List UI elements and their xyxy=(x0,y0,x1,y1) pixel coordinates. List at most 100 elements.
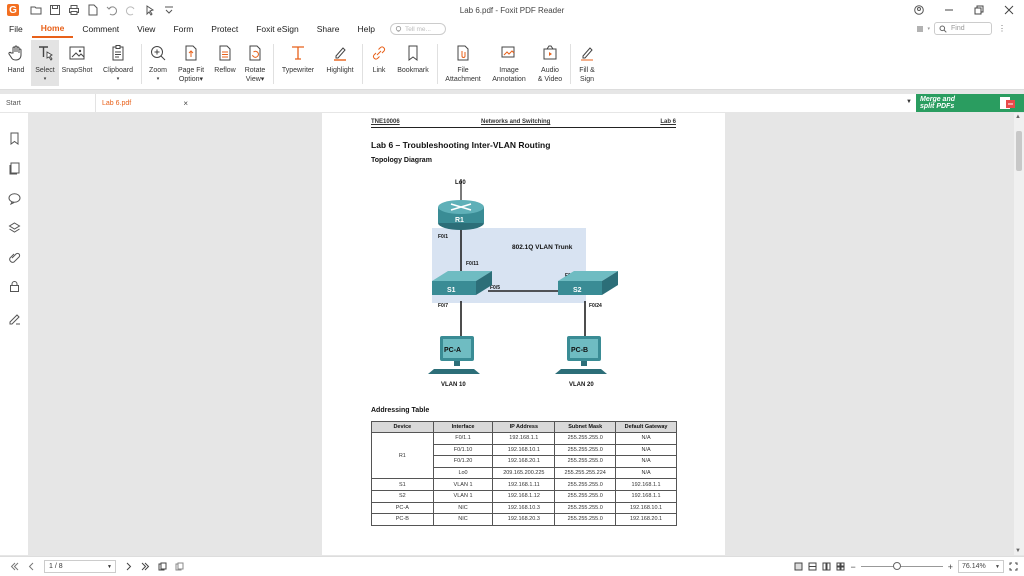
vertical-scrollbar[interactable]: ▲ ▼ xyxy=(1014,113,1024,555)
hand-tool-button[interactable]: Hand xyxy=(2,40,30,75)
bookmark-button[interactable]: Bookmark xyxy=(394,40,432,75)
select-tool-button[interactable]: Select ▾ xyxy=(31,40,59,86)
previous-view-icon[interactable] xyxy=(158,562,167,571)
comments-panel-button[interactable] xyxy=(7,191,21,205)
attachments-panel-button[interactable] xyxy=(7,250,21,264)
fill-sign-button[interactable]: Fill & Sign xyxy=(574,40,600,84)
device-cell: R1 xyxy=(371,431,434,480)
foxit-logo: G xyxy=(7,4,19,16)
tab-start[interactable]: Start xyxy=(0,94,96,112)
page-dropdown-icon[interactable]: ▼ xyxy=(107,564,112,570)
scroll-thumb[interactable] xyxy=(1016,131,1022,171)
find-area: ▾ Find ⋮ xyxy=(916,22,1006,35)
minimize-icon[interactable] xyxy=(934,5,964,15)
rotate-view-button[interactable]: Rotate View▾ xyxy=(241,40,269,84)
table-row: S2 VLAN 1 192.168.1.12 255.255.255.0 192… xyxy=(371,489,677,503)
gateway-cell: N/A xyxy=(615,432,677,445)
pages-panel-button[interactable] xyxy=(7,161,21,175)
undo-icon[interactable] xyxy=(105,4,118,17)
ad-collapse-icon[interactable]: ▼ xyxy=(906,99,912,105)
previous-page-icon[interactable] xyxy=(27,562,36,571)
vlan10-label: VLAN 10 xyxy=(441,382,466,388)
page-fit-option-button[interactable]: Page Fit Option▾ xyxy=(173,40,209,84)
security-panel-button[interactable] xyxy=(7,279,21,293)
lock-icon xyxy=(9,280,19,292)
clipboard-button[interactable]: Clipboard ▾ xyxy=(99,40,137,84)
zoom-label: Zoom xyxy=(149,67,167,74)
page-number-input[interactable]: 1 / 8 ▼ xyxy=(44,560,116,573)
menu-home[interactable]: Home xyxy=(31,20,74,38)
panel-toggle-icon[interactable] xyxy=(916,25,924,33)
save-icon[interactable] xyxy=(48,4,61,17)
audio-video-button[interactable]: Audio & Video xyxy=(533,40,567,84)
next-page-icon[interactable] xyxy=(124,562,133,571)
signatures-panel-button[interactable] xyxy=(7,311,21,325)
menu-view[interactable]: View xyxy=(128,20,164,38)
snapshot-button[interactable]: SnapShot xyxy=(59,40,95,75)
bookmark-label: Bookmark xyxy=(397,67,429,74)
zoom-slider-knob[interactable] xyxy=(892,562,901,570)
new-document-icon[interactable] xyxy=(86,4,99,17)
layers-panel-button[interactable] xyxy=(7,220,21,234)
first-page-icon[interactable] xyxy=(10,562,19,571)
tell-me-search[interactable]: Tell me... xyxy=(389,23,446,35)
zoom-dropdown-icon[interactable]: ▼ xyxy=(995,564,1000,570)
zoom-out-icon[interactable]: − xyxy=(850,562,855,572)
more-options-icon[interactable]: ⋮ xyxy=(998,24,1006,33)
open-folder-icon[interactable] xyxy=(29,4,42,17)
menu-file[interactable]: File xyxy=(0,20,32,38)
zoom-icon xyxy=(151,46,166,61)
tab-close-icon[interactable]: × xyxy=(183,99,188,108)
scroll-down-arrow[interactable]: ▼ xyxy=(1015,548,1021,554)
rotate-label-2: View xyxy=(245,76,261,83)
continuous-facing-view-icon[interactable] xyxy=(836,562,845,571)
zoom-button[interactable]: Zoom ▾ xyxy=(145,40,171,84)
tab-lab6[interactable]: Lab 6.pdf × xyxy=(96,94,192,112)
typewriter-icon xyxy=(292,46,304,60)
redo-icon[interactable] xyxy=(124,4,137,17)
restore-icon[interactable] xyxy=(964,5,994,15)
menu-share[interactable]: Share xyxy=(308,20,349,38)
last-page-icon[interactable] xyxy=(141,562,150,571)
menu-comment[interactable]: Comment xyxy=(73,20,128,38)
addressing-table: Device Interface IP Address Subnet Mask … xyxy=(371,421,677,526)
image-annotation-button[interactable]: Image Annotation xyxy=(488,40,530,84)
document-tab-bar: Start Lab 6.pdf × ▼ Merge and split PDFs xyxy=(0,94,1024,112)
bookmarks-panel-button[interactable] xyxy=(7,131,21,145)
menu-protect[interactable]: Protect xyxy=(202,20,247,38)
mask-cell: 255.255.255.0 xyxy=(554,478,617,491)
ip-cell: 192.168.20.1 xyxy=(492,455,556,468)
continuous-view-icon[interactable] xyxy=(808,562,817,571)
find-options-dropdown[interactable]: ▾ xyxy=(927,26,930,32)
single-page-view-icon[interactable] xyxy=(794,562,803,571)
menu-help[interactable]: Help xyxy=(348,20,383,38)
page-fit-label-2: Option xyxy=(178,76,200,83)
menu-form[interactable]: Form xyxy=(164,20,202,38)
zoom-slider[interactable] xyxy=(860,562,943,570)
highlight-button[interactable]: Highlight xyxy=(321,40,359,75)
file-attachment-button[interactable]: File Attachment xyxy=(441,40,485,84)
clipboard-label: Clipboard xyxy=(103,67,133,74)
typewriter-button[interactable]: Typewriter xyxy=(277,40,319,75)
rotate-label: Rotate xyxy=(244,67,266,74)
next-view-icon[interactable] xyxy=(175,562,184,571)
zoom-in-icon[interactable]: + xyxy=(948,562,953,572)
left-navigation-panel xyxy=(0,113,28,555)
scroll-up-arrow[interactable]: ▲ xyxy=(1015,114,1021,120)
print-icon[interactable] xyxy=(67,4,80,17)
account-icon[interactable] xyxy=(904,5,934,15)
reflow-button[interactable]: Reflow xyxy=(211,40,239,75)
merge-split-ad-banner[interactable]: ▼ Merge and split PDFs xyxy=(906,94,1024,112)
link-button[interactable]: Link xyxy=(366,40,392,75)
fullscreen-icon[interactable] xyxy=(1009,562,1018,571)
customize-toolbar-icon[interactable] xyxy=(162,4,175,17)
pages-icon xyxy=(9,162,19,174)
select-tool-dropdown-icon[interactable] xyxy=(143,4,156,17)
facing-view-icon[interactable] xyxy=(822,562,831,571)
addressing-heading: Addressing Table xyxy=(371,407,430,414)
find-input[interactable]: Find xyxy=(934,22,992,35)
zoom-controls: − + 76.14% ▼ xyxy=(794,560,1018,573)
close-icon[interactable] xyxy=(994,5,1024,15)
zoom-level-input[interactable]: 76.14% ▼ xyxy=(958,560,1004,573)
menu-foxit-esign[interactable]: Foxit eSign xyxy=(247,20,308,38)
